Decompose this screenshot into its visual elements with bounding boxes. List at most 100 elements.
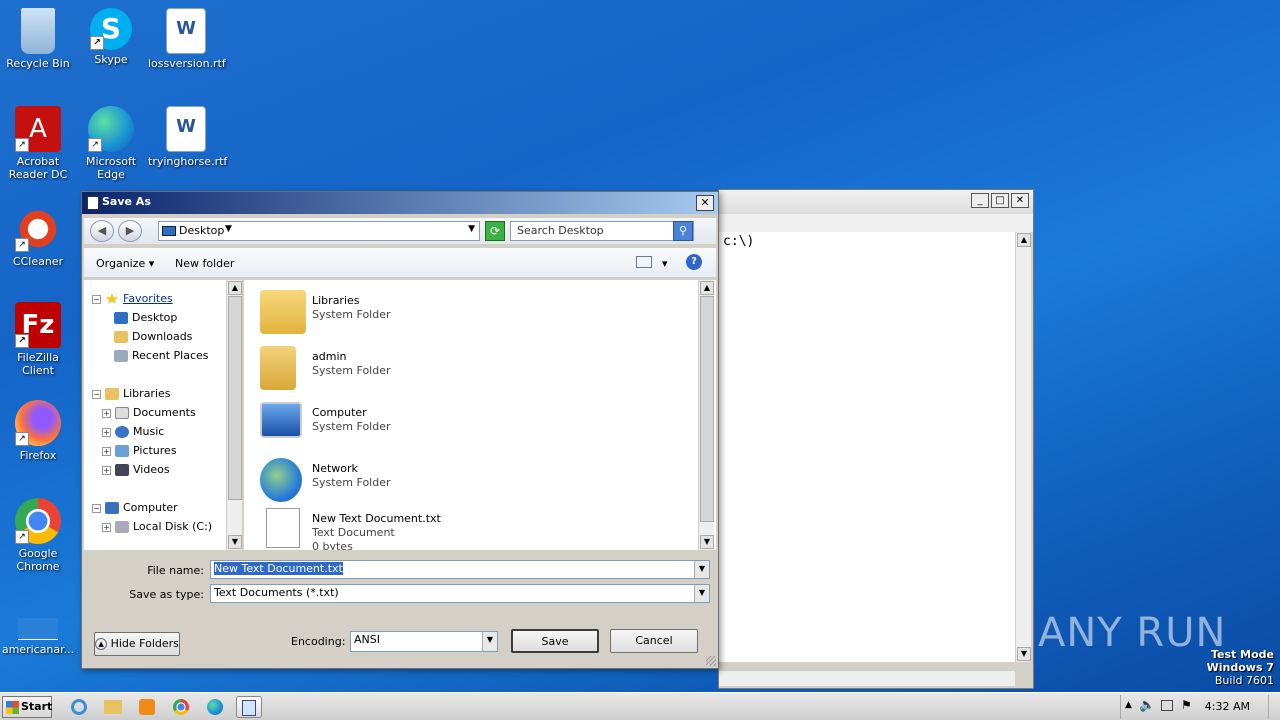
collapse-icon[interactable]: −	[92, 294, 101, 304]
scroll-up-icon[interactable]: ▲	[1017, 233, 1031, 247]
desktop-icon-tryinghorse[interactable]: W tryinghorse.rtf	[148, 106, 227, 168]
close-button[interactable]: ✕	[1011, 193, 1029, 208]
tree-item-libraries[interactable]: − Libraries	[92, 385, 171, 403]
save-as-type-select[interactable]: Text Documents (*.txt) ▼	[210, 584, 710, 603]
volume-icon[interactable]: 🔈	[1139, 698, 1155, 713]
tree-label: Recent Places	[132, 349, 209, 362]
file-item-libraries[interactable]: Libraries System Folder	[260, 288, 580, 338]
new-folder-button[interactable]: New folder	[175, 257, 234, 270]
save-as-type-label: Save as type:	[129, 588, 204, 601]
minimize-button[interactable]: _	[971, 193, 989, 208]
back-button[interactable]: ◀	[90, 220, 114, 242]
view-dropdown-icon[interactable]: ▾	[662, 257, 668, 270]
save-as-type-value: Text Documents (*.txt)	[214, 586, 339, 599]
desktop-icon-label: Skype	[94, 53, 128, 66]
dialog-titlebar[interactable]: Save As ✕	[82, 192, 718, 214]
explorer-icon[interactable]	[100, 696, 126, 718]
desktop-icon-skype[interactable]: S ↗ Skype	[73, 8, 149, 66]
expand-icon[interactable]: +	[102, 427, 111, 437]
desktop-icon-recycle-bin[interactable]: Recycle Bin	[0, 8, 76, 70]
scroll-thumb[interactable]	[700, 296, 714, 522]
collapse-icon[interactable]: −	[92, 503, 101, 513]
chevron-down-icon[interactable]: ▼	[482, 632, 497, 651]
encoding-select[interactable]: ANSI ▼	[350, 631, 498, 652]
tree-item-music[interactable]: + Music	[102, 423, 164, 441]
chrome-taskbar-icon[interactable]	[168, 696, 194, 718]
desktop-icon-acrobat[interactable]: A ↗ Acrobat Reader DC	[0, 106, 76, 181]
notepad-titlebar[interactable]: _ □ ✕	[719, 190, 1033, 214]
chevron-down-icon[interactable]: ▼	[694, 585, 709, 602]
dialog-close-button[interactable]: ✕	[696, 195, 714, 211]
desktop-icon-chrome[interactable]: ↗ Google Chrome	[0, 498, 76, 573]
expand-icon[interactable]: +	[102, 408, 111, 418]
scroll-down-icon[interactable]: ▼	[700, 535, 714, 549]
desktop-icon-edge[interactable]: ↗ Microsoft Edge	[73, 106, 149, 181]
notepad-text-area[interactable]: c:\)	[719, 232, 1015, 662]
collapse-icon[interactable]: −	[92, 389, 101, 399]
forward-button[interactable]: ▶	[118, 220, 142, 242]
address-dropdown-icon[interactable]: ▼	[468, 224, 475, 234]
scroll-up-icon[interactable]: ▲	[228, 281, 242, 295]
address-box[interactable]: Desktop ▼ ▼	[158, 221, 480, 241]
file-list-scrollbar[interactable]: ▲ ▼	[698, 280, 714, 550]
search-icon[interactable]: ⚲	[673, 221, 693, 241]
tree-label: Downloads	[132, 330, 193, 343]
tree-item-recent-places[interactable]: Recent Places	[114, 347, 209, 365]
edge-taskbar-icon[interactable]	[202, 696, 228, 718]
tree-item-computer[interactable]: − Computer	[92, 499, 178, 517]
internet-explorer-icon[interactable]	[66, 696, 92, 718]
scroll-down-icon[interactable]: ▼	[228, 535, 242, 549]
expand-icon[interactable]: +	[102, 522, 111, 532]
start-button[interactable]: Start	[2, 696, 52, 718]
file-item-network[interactable]: Network System Folder	[260, 456, 580, 506]
tree-item-desktop[interactable]: Desktop	[114, 309, 177, 327]
notepad-taskbar-icon[interactable]	[236, 696, 262, 718]
refresh-button[interactable]: ⟳	[485, 221, 505, 241]
tree-item-documents[interactable]: + Documents	[102, 404, 196, 422]
file-item-admin[interactable]: admin System Folder	[260, 344, 580, 394]
navigation-scrollbar[interactable]: ▲ ▼	[226, 280, 242, 550]
media-player-icon[interactable]	[134, 696, 160, 718]
star-icon	[105, 293, 119, 304]
maximize-button[interactable]: □	[991, 193, 1009, 208]
tree-item-pictures[interactable]: + Pictures	[102, 442, 177, 460]
resize-grip[interactable]	[706, 656, 716, 666]
desktop-icon-lossversion[interactable]: W lossversion.rtf	[148, 8, 226, 70]
notepad-vertical-scrollbar[interactable]: ▲ ▼	[1015, 232, 1031, 662]
breadcrumb-chevron-icon[interactable]: ▼	[225, 224, 232, 234]
tree-item-local-disk[interactable]: + Local Disk (C:)	[102, 518, 212, 536]
file-item-computer[interactable]: Computer System Folder	[260, 400, 580, 450]
scroll-down-icon[interactable]: ▼	[1017, 647, 1031, 661]
notepad-window[interactable]: _ □ ✕ c:\) ▲ ▼	[718, 189, 1034, 689]
scroll-thumb[interactable]	[228, 296, 242, 500]
cancel-button[interactable]: Cancel	[610, 629, 698, 653]
show-desktop-button[interactable]	[1268, 695, 1280, 719]
scroll-up-icon[interactable]: ▲	[700, 281, 714, 295]
file-item-new-text-document[interactable]: New Text Document.txt Text Document 0 by…	[260, 506, 580, 550]
desktop-icon-ccleaner[interactable]: ↗ CCleaner	[0, 206, 76, 268]
file-name-input[interactable]: New Text Document.txt ▼	[210, 560, 710, 579]
tree-item-videos[interactable]: + Videos	[102, 461, 170, 479]
clock[interactable]: 4:32 AM	[1205, 700, 1250, 713]
tree-item-downloads[interactable]: Downloads	[114, 328, 192, 346]
notepad-horizontal-scrollbar[interactable]	[719, 670, 1015, 686]
chevron-down-icon[interactable]: ▼	[694, 561, 709, 578]
desktop-icon-americanar[interactable]: americanar...	[0, 618, 76, 656]
expand-icon[interactable]: +	[102, 446, 111, 456]
help-icon[interactable]: ?	[686, 254, 702, 270]
network-tray-icon[interactable]	[1161, 700, 1173, 711]
tray-chevron-icon[interactable]: ▲	[1125, 700, 1132, 710]
desktop-icon-firefox[interactable]: ↗ Firefox	[0, 400, 76, 462]
search-input[interactable]: Search Desktop ⚲	[510, 221, 694, 241]
save-button[interactable]: Save	[511, 629, 599, 653]
organize-button[interactable]: Organize ▾	[96, 257, 154, 270]
tree-label: Pictures	[133, 444, 177, 457]
tree-item-favorites[interactable]: − Favorites	[92, 290, 173, 308]
change-view-icon[interactable]	[636, 256, 652, 268]
build-line: Build 7601	[1214, 674, 1274, 687]
action-center-flag-icon[interactable]: ⚑	[1181, 698, 1192, 712]
save-as-dialog[interactable]: Save As ✕ ◀ ▶ Desktop ▼ ▼ ⟳ Search Deskt…	[81, 191, 719, 669]
hide-folders-button[interactable]: ▲ Hide Folders	[94, 632, 180, 656]
expand-icon[interactable]: +	[102, 465, 111, 475]
desktop-icon-filezilla[interactable]: Fz ↗ FileZilla Client	[0, 302, 76, 377]
